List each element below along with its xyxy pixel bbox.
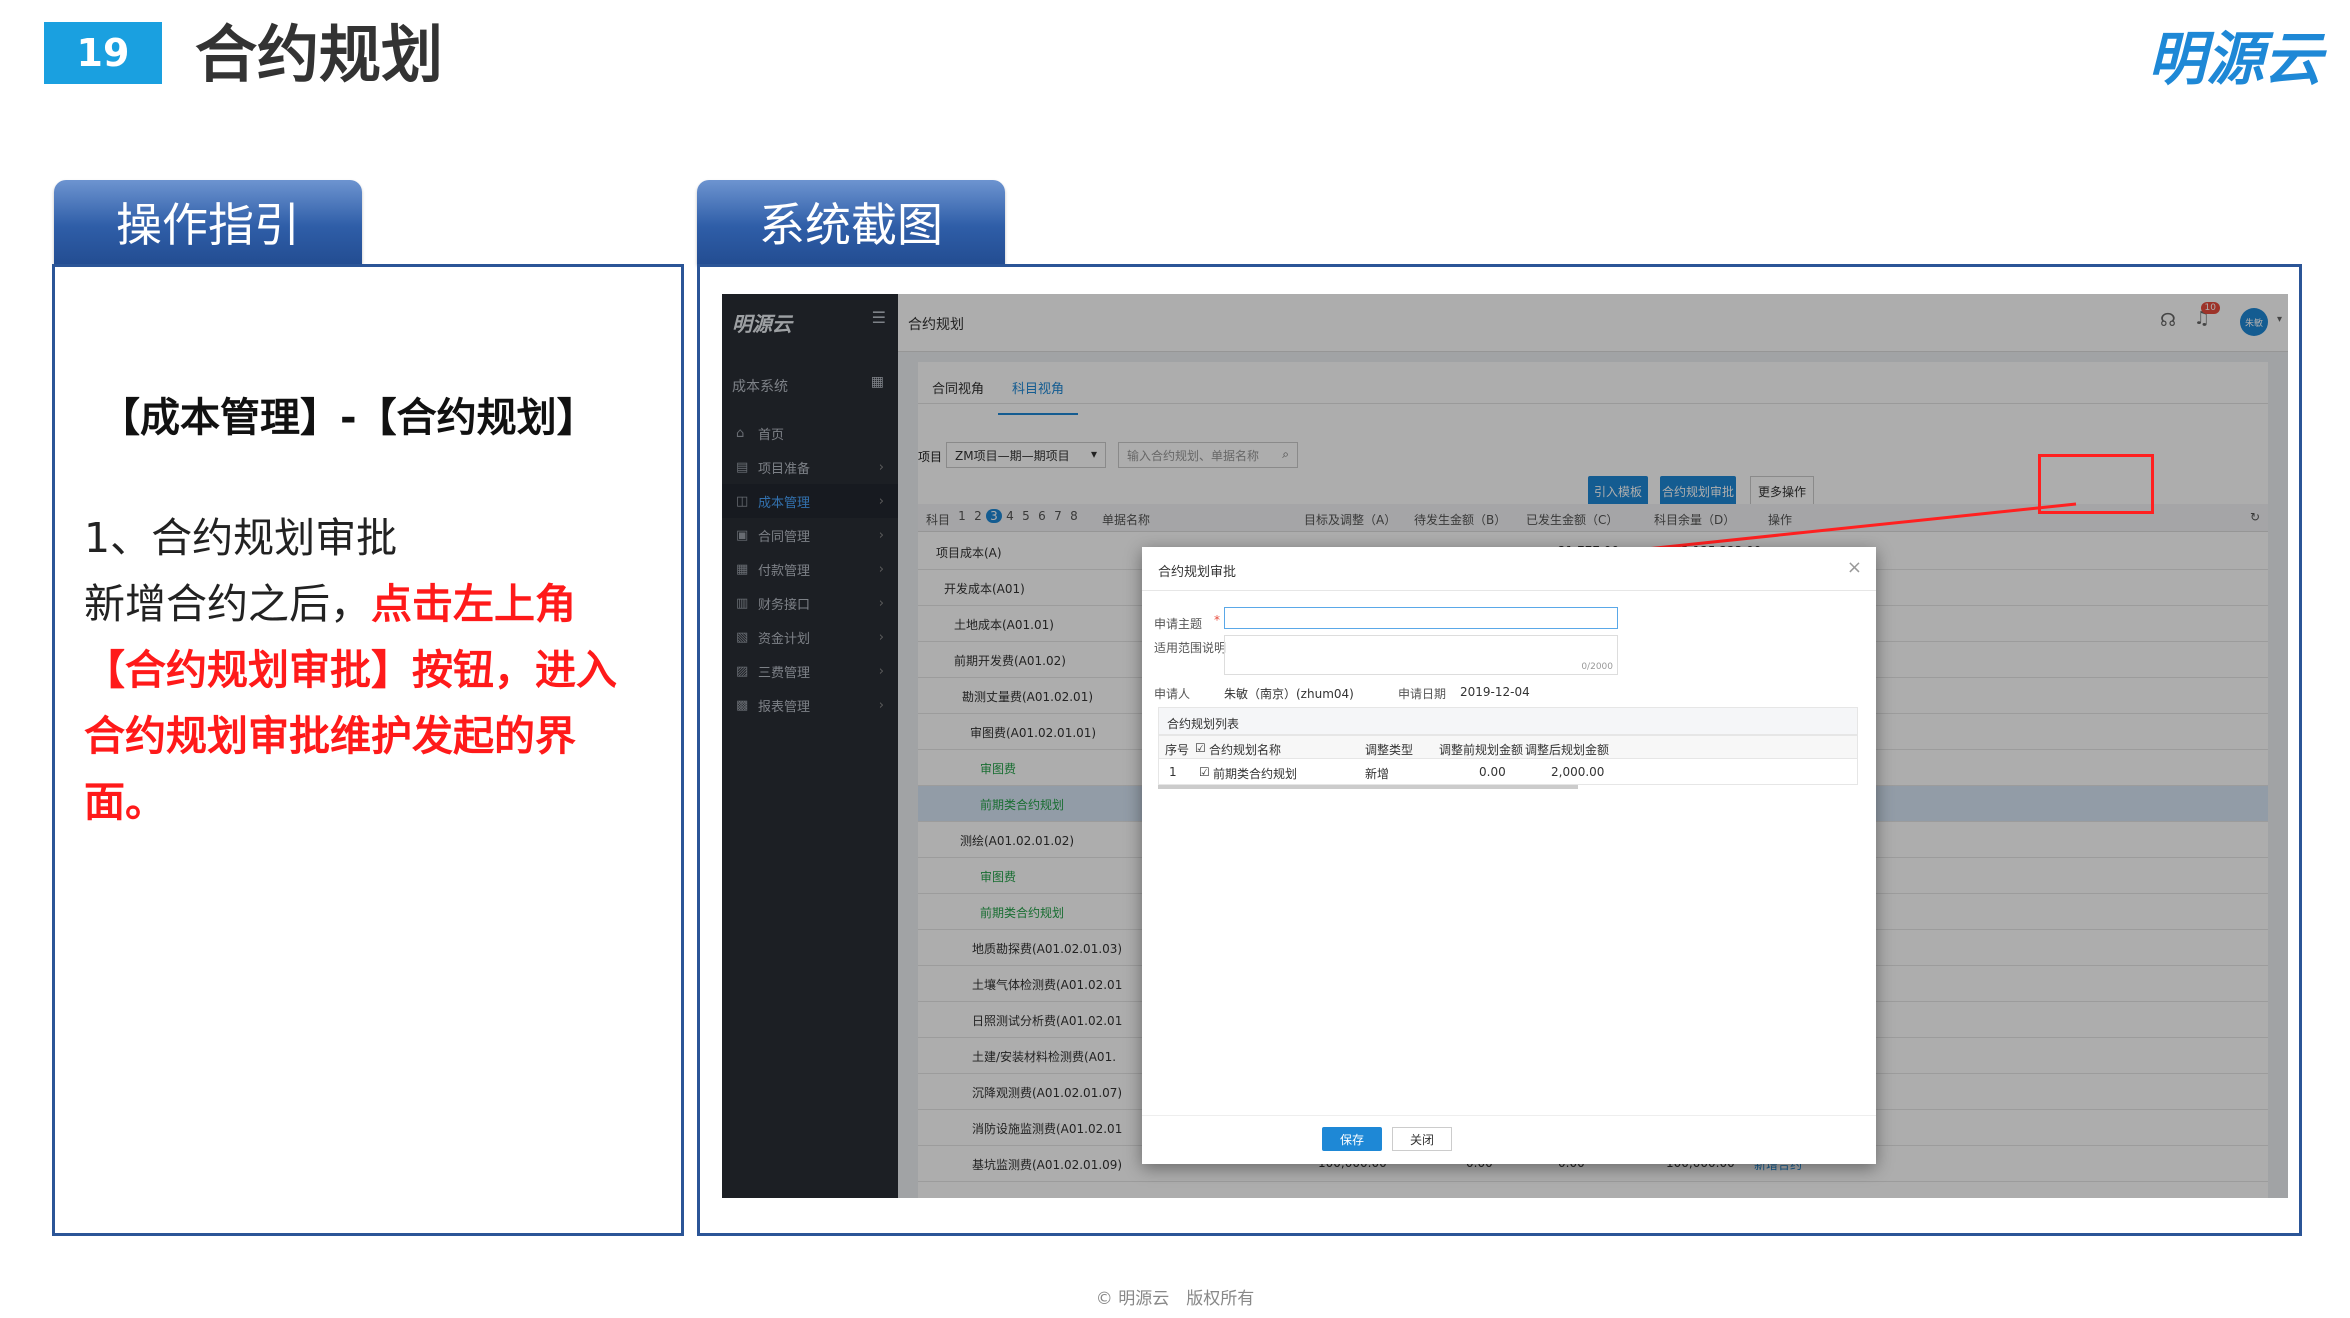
- dialog-header: 合约规划审批 ×: [1142, 547, 1876, 591]
- brand-logo: 明源云: [2147, 25, 2322, 93]
- slide: 19 合约规划 明源云 操作指引 系统截图 【成本管理】-【合约规划】 1、合约…: [0, 0, 2350, 1318]
- tab-screenshot: 系统截图: [697, 180, 1005, 264]
- col-adjust-type: 调整类型: [1365, 743, 1414, 757]
- subject-label: 申请主题: [1154, 617, 1203, 631]
- horizontal-scrollbar[interactable]: [1158, 785, 1578, 789]
- scope-label: 适用范围说明: [1154, 641, 1227, 655]
- list-section-header: 合约规划列表: [1158, 707, 1858, 735]
- row-before: 0.00: [1479, 765, 1506, 779]
- row-no: 1: [1169, 765, 1177, 779]
- guide-text-normal: 新增合约之后，: [84, 580, 371, 628]
- row-after: 2,000.00: [1551, 765, 1605, 779]
- date-label: 申请日期: [1398, 687, 1447, 701]
- applicant-value: 朱敏（南京）(zhum04): [1224, 687, 1354, 701]
- close-button[interactable]: 关闭: [1392, 1127, 1452, 1151]
- required-mark: *: [1214, 613, 1220, 627]
- col-plan-name: 合约规划名称: [1209, 743, 1282, 757]
- guide-text: 1、合约规划审批 新增合约之后，点击左上角【合约规划审批】按钮，进入合约规划审批…: [84, 505, 644, 835]
- char-count: 0/2000: [1581, 662, 1613, 672]
- close-icon[interactable]: ×: [1847, 557, 1862, 578]
- col-before: 调整前规划金额: [1439, 743, 1524, 757]
- footer-copyright: © 明源云 版权所有: [1095, 1289, 1255, 1309]
- save-button[interactable]: 保存: [1322, 1127, 1382, 1151]
- list-table-row: 1 ☑ 前期类合约规划 新增 0.00 2,000.00: [1158, 759, 1858, 785]
- dialog-title: 合约规划审批: [1158, 565, 1237, 580]
- list-table-header: 序号 ☑ 合约规划名称 调整类型 调整前规划金额 调整后规划金额: [1158, 735, 1858, 759]
- col-after: 调整后规划金额: [1525, 743, 1610, 757]
- slide-title: 合约规划: [195, 18, 444, 91]
- subject-input[interactable]: [1224, 607, 1618, 629]
- slide-number-badge: 19: [44, 22, 162, 84]
- scope-textarea[interactable]: 0/2000: [1224, 635, 1618, 675]
- row-plan-name: 前期类合约规划: [1213, 767, 1298, 781]
- list-title: 合约规划列表: [1167, 717, 1240, 731]
- checkbox-all[interactable]: ☑: [1195, 741, 1206, 755]
- app-screenshot: 明源云 ☰ 成本系统 ▦ ⌂ 首页 ▤ 项目准备 › ◫ 成本管理 › ▣ 合同管理 › ▦ 付款管理 ›…: [722, 294, 2288, 1198]
- applicant-label: 申请人: [1154, 687, 1191, 701]
- date-value: 2019-12-04: [1460, 685, 1530, 699]
- dialog-footer-divider: [1142, 1115, 1876, 1116]
- row-adjust-type: 新增: [1365, 767, 1390, 781]
- col-no: 序号: [1165, 743, 1190, 757]
- row-checkbox[interactable]: ☑: [1199, 765, 1210, 779]
- guide-step-title: 1、合约规划审批: [84, 514, 398, 562]
- tab-guide: 操作指引: [54, 180, 362, 264]
- guide-heading: 【成本管理】-【合约规划】: [100, 395, 597, 441]
- approval-dialog: 合约规划审批 × 申请主题 * 适用范围说明 0/2000 申请人 朱敏（南京）…: [1142, 547, 1876, 1164]
